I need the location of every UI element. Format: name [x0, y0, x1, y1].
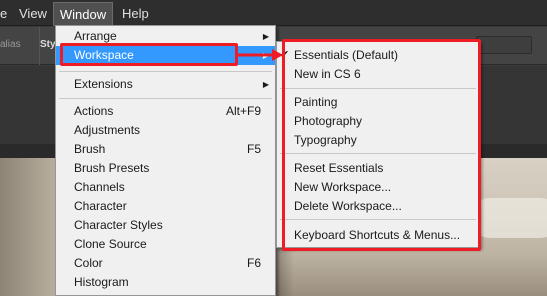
menu-item-extensions[interactable]: Extensions ▶ — [56, 75, 275, 94]
menu-item-label: Character Styles — [74, 218, 163, 232]
menu-item-character[interactable]: Character — [56, 197, 275, 216]
menu-separator — [280, 219, 476, 220]
menu-item-label: Delete Workspace... — [294, 199, 402, 213]
checkmark-icon: ✔ — [280, 49, 290, 61]
menu-item-new-workspace[interactable]: New Workspace... — [277, 178, 479, 197]
menu-bar: e View Window Help — [0, 0, 547, 26]
menu-item-label: Actions — [74, 104, 114, 118]
menu-item-label: Character — [74, 199, 127, 213]
menu-item-painting[interactable]: Painting — [277, 93, 479, 112]
menu-item-reset-essentials[interactable]: Reset Essentials — [277, 159, 479, 178]
menu-item-color[interactable]: Color F6 — [56, 254, 275, 273]
menu-item-actions[interactable]: Actions Alt+F9 — [56, 102, 275, 121]
window-menu: Arrange ▶ Workspace ▶ Extensions ▶ Actio… — [55, 25, 276, 296]
options-button[interactable] — [476, 36, 532, 54]
menu-separator — [280, 153, 476, 154]
menu-item-shortcut: Alt+F9 — [225, 104, 261, 118]
menu-item-shortcut: F5 — [246, 142, 261, 156]
menu-item-label: Workspace — [74, 48, 134, 62]
menu-item-label: New Workspace... — [294, 180, 392, 194]
antialias-label: alias — [0, 39, 21, 50]
menu-item-label: Brush — [74, 142, 106, 156]
menu-item-delete-workspace[interactable]: Delete Workspace... — [277, 197, 479, 216]
menu-item-workspace[interactable]: Workspace ▶ — [56, 46, 275, 65]
menu-item-arrange[interactable]: Arrange ▶ — [56, 27, 275, 46]
menu-item-channels[interactable]: Channels — [56, 178, 275, 197]
menu-help[interactable]: Help — [122, 0, 149, 26]
menu-item-label: Typography — [294, 133, 357, 147]
menu-item-label: Adjustments — [74, 123, 141, 137]
menu-item-typography[interactable]: Typography — [277, 131, 479, 150]
menu-item-clone-source[interactable]: Clone Source — [56, 235, 275, 254]
canvas-image-highlight — [470, 198, 547, 238]
triangle-right-icon: ▶ — [262, 80, 269, 89]
menu-separator — [59, 98, 272, 99]
menu-item-label: Photography — [294, 114, 363, 128]
menu-item-label: Histogram — [74, 275, 129, 289]
menu-item-label: Color — [74, 256, 103, 270]
menu-item-brush[interactable]: Brush F5 — [56, 140, 275, 159]
menu-item-label: Channels — [74, 180, 125, 194]
menu-item-label: Clone Source — [74, 237, 147, 251]
menu-item-keyboard-shortcuts[interactable]: Keyboard Shortcuts & Menus... — [277, 226, 479, 245]
menu-window[interactable]: Window — [53, 2, 113, 26]
style-label: Sty — [40, 39, 56, 50]
menu-item-essentials[interactable]: ✔ Essentials (Default) — [277, 46, 479, 65]
workspace-submenu: ✔ Essentials (Default) New in CS 6 Paint… — [276, 41, 480, 248]
menu-separator — [59, 71, 272, 72]
menu-item-photography[interactable]: Photography — [277, 112, 479, 131]
menu-separator — [280, 88, 476, 89]
menu-item-shortcut: F6 — [246, 256, 261, 270]
menu-item-label: Keyboard Shortcuts & Menus... — [294, 228, 461, 242]
menu-item-label: Painting — [294, 95, 338, 109]
menu-edit-partial[interactable]: e — [0, 0, 7, 26]
menu-item-adjustments[interactable]: Adjustments — [56, 121, 275, 140]
menu-item-new-in-cs6[interactable]: New in CS 6 — [277, 65, 479, 84]
triangle-right-icon: ▶ — [262, 51, 269, 60]
menu-view[interactable]: View — [19, 0, 47, 26]
menu-item-label: Reset Essentials — [294, 161, 384, 175]
menu-item-label: Extensions — [74, 77, 133, 91]
menu-item-histogram[interactable]: Histogram — [56, 273, 275, 292]
menu-item-label: New in CS 6 — [294, 67, 361, 81]
menu-item-brush-presets[interactable]: Brush Presets — [56, 159, 275, 178]
canvas-image-left — [0, 158, 55, 296]
triangle-right-icon: ▶ — [262, 32, 269, 41]
menu-item-character-styles[interactable]: Character Styles — [56, 216, 275, 235]
menu-item-label: Essentials (Default) — [294, 48, 399, 62]
menu-item-label: Arrange — [74, 29, 117, 43]
menu-item-label: Brush Presets — [74, 161, 150, 175]
